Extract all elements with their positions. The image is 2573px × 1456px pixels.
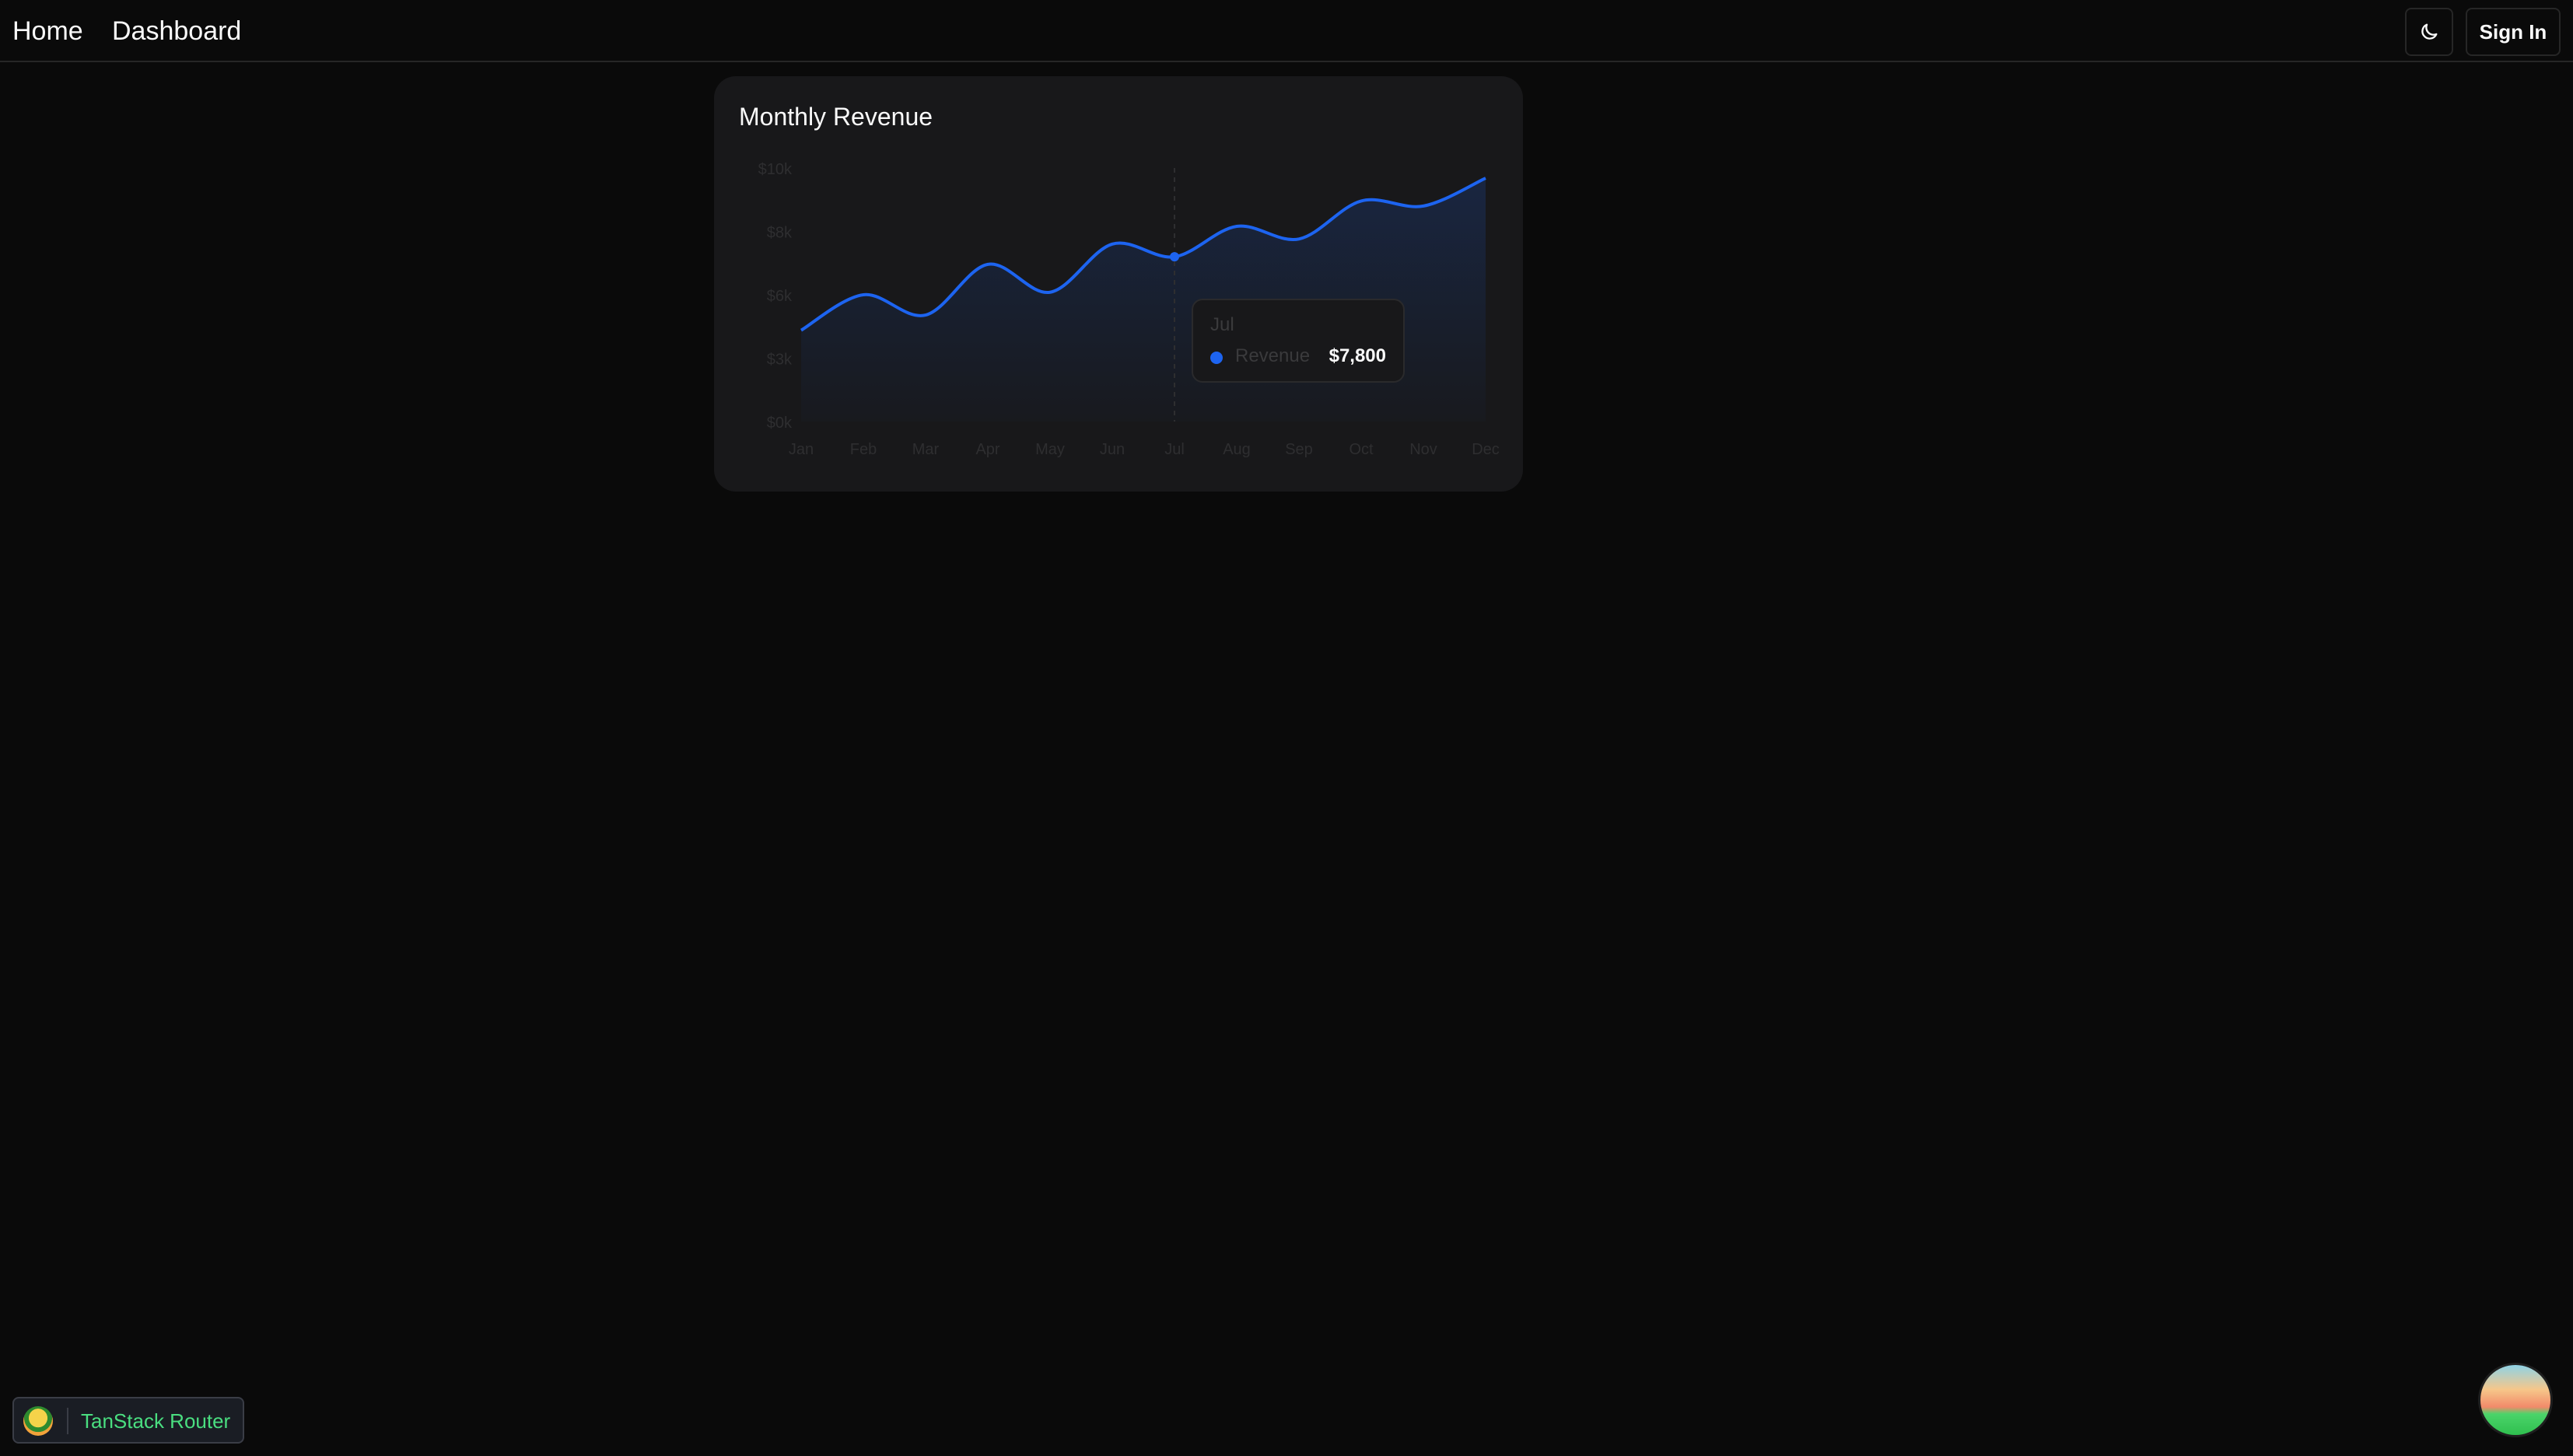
x-tick-label: Aug xyxy=(1223,441,1251,458)
tanstack-query-devtools-button[interactable] xyxy=(2478,1363,2553,1437)
revenue-chart[interactable]: $10k $8k $6k $3k $0k Jan Feb Mar Apr May Jun Jul Aug… xyxy=(714,76,1523,492)
x-tick-label: Jul xyxy=(1164,441,1185,458)
tanstack-logo-icon xyxy=(23,1406,53,1436)
tooltip-month: Jul xyxy=(1210,314,1234,335)
divider xyxy=(67,1408,68,1434)
tanstack-router-devtools-button[interactable]: TanStack Router xyxy=(12,1397,244,1444)
x-tick-label: Sep xyxy=(1285,441,1313,458)
y-tick-label: $3k xyxy=(767,352,793,369)
series-color-swatch xyxy=(1210,352,1223,364)
theme-toggle-button[interactable] xyxy=(2405,8,2453,56)
top-navbar: Home Dashboard Sign In xyxy=(0,0,2573,62)
y-tick-label: $8k xyxy=(767,225,793,242)
x-tick-label: Mar xyxy=(912,441,940,458)
x-tick-label: Apr xyxy=(975,441,999,458)
y-tick-label: $6k xyxy=(767,288,793,305)
sign-in-button[interactable]: Sign In xyxy=(2466,8,2561,56)
monthly-revenue-card: Monthly Revenue $10k $8k $6k $3k $0k Jan Feb Ma… xyxy=(714,76,1523,492)
x-tick-label: May xyxy=(1035,441,1065,458)
y-tick-label: $0k xyxy=(767,415,793,432)
tooltip-value: $7,800 xyxy=(1329,345,1386,366)
x-tick-label: Jun xyxy=(1100,441,1125,458)
x-tick-label: Dec xyxy=(1472,441,1500,458)
tooltip-series-name: Revenue xyxy=(1235,345,1311,366)
devtools-label: TanStack Router xyxy=(81,1409,231,1433)
x-tick-label: Feb xyxy=(850,441,877,458)
chart-tooltip: Jul Revenue $7,800 xyxy=(1192,299,1405,383)
active-data-point xyxy=(1170,252,1179,262)
x-tick-label: Nov xyxy=(1409,441,1437,458)
x-tick-label: Jan xyxy=(789,441,814,458)
nav-dashboard-link[interactable]: Dashboard xyxy=(112,14,241,48)
moon-icon xyxy=(2421,23,2438,40)
x-tick-label: Oct xyxy=(1349,441,1374,458)
y-tick-label: $10k xyxy=(758,161,793,178)
nav-home-link[interactable]: Home xyxy=(12,14,83,48)
